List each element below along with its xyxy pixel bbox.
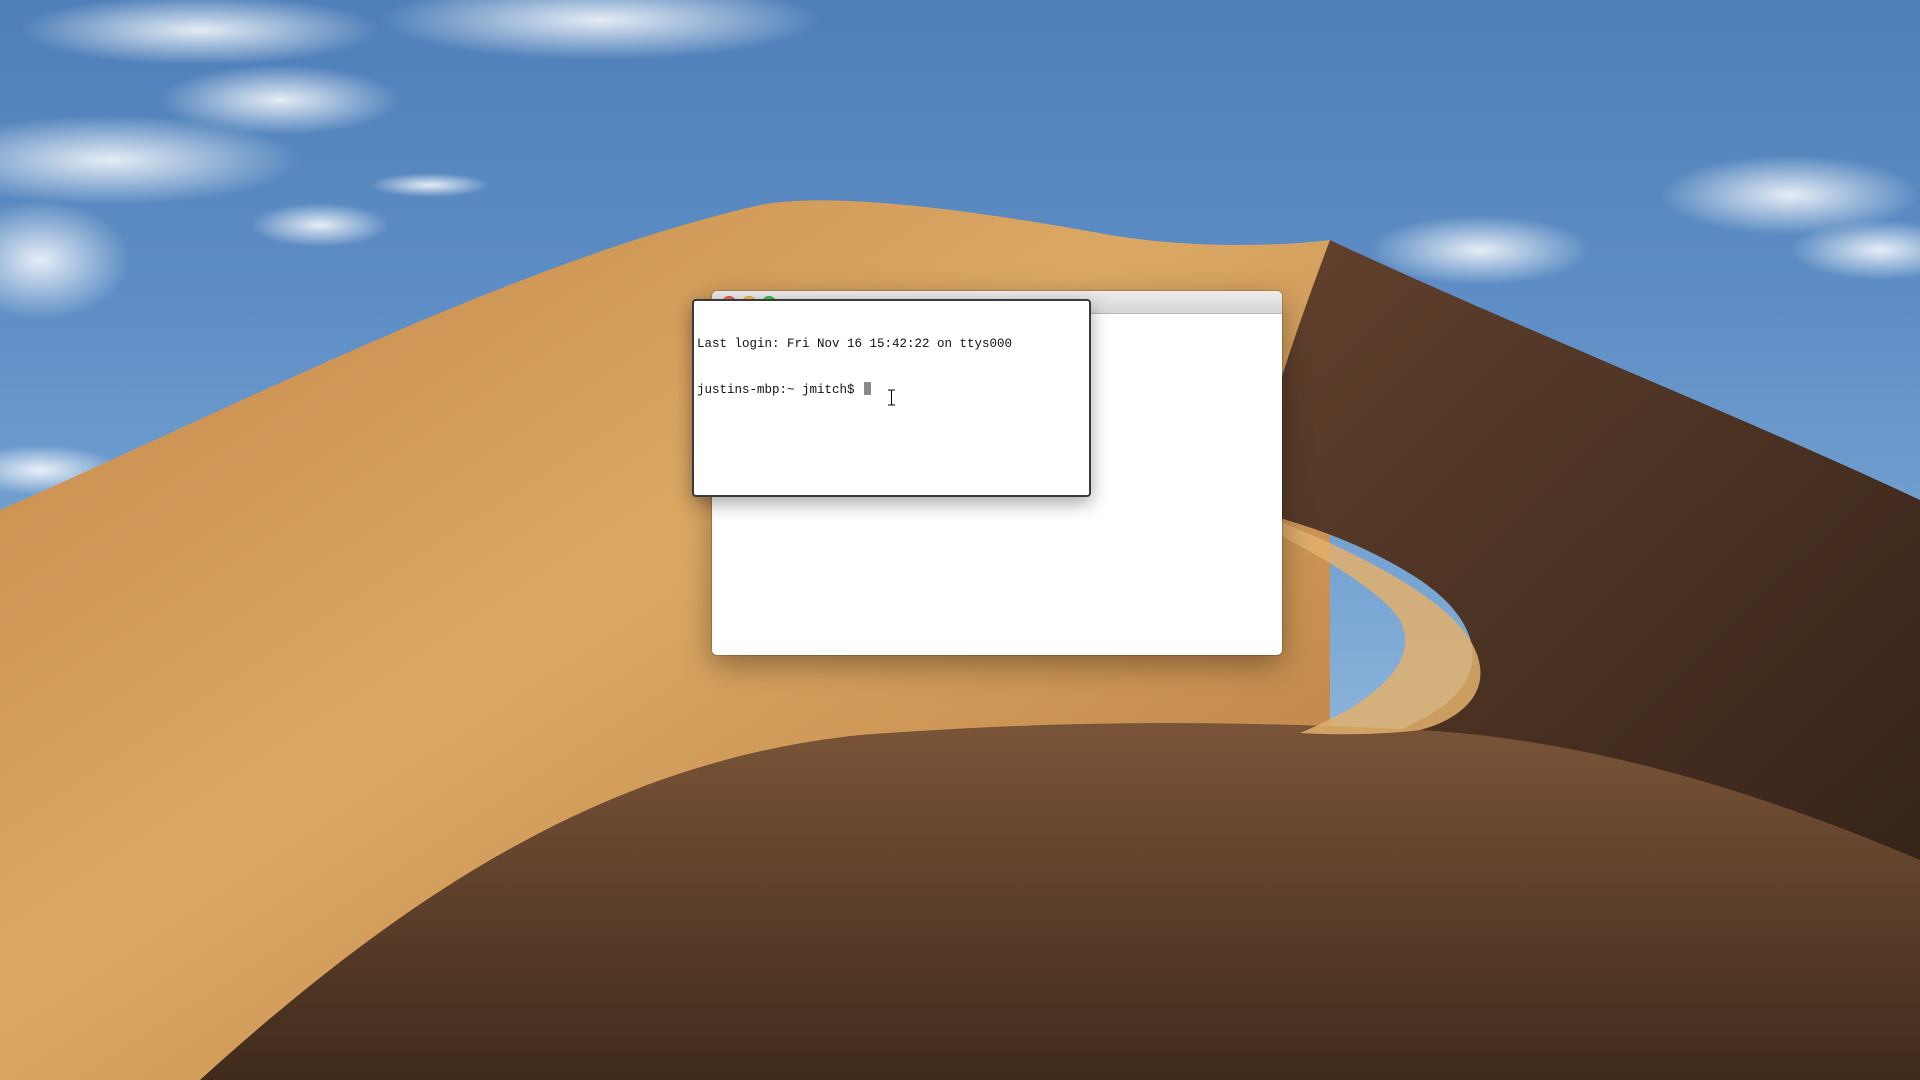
last-login-line: Last login: Fri Nov 16 15:42:22 on ttys0… [697, 337, 1013, 351]
block-cursor [864, 382, 872, 395]
prompt-text: justins-mbp:~ jmitch$ [697, 383, 863, 397]
desktop[interactable]: Last login: Fri Nov 16 15:42:22 on ttys0… [0, 0, 1920, 1080]
terminal-output[interactable]: Last login: Fri Nov 16 15:42:22 on ttys0… [697, 307, 1012, 428]
ibeam-cursor-icon [888, 389, 895, 406]
prompt-line: justins-mbp:~ jmitch$ [697, 382, 1012, 398]
